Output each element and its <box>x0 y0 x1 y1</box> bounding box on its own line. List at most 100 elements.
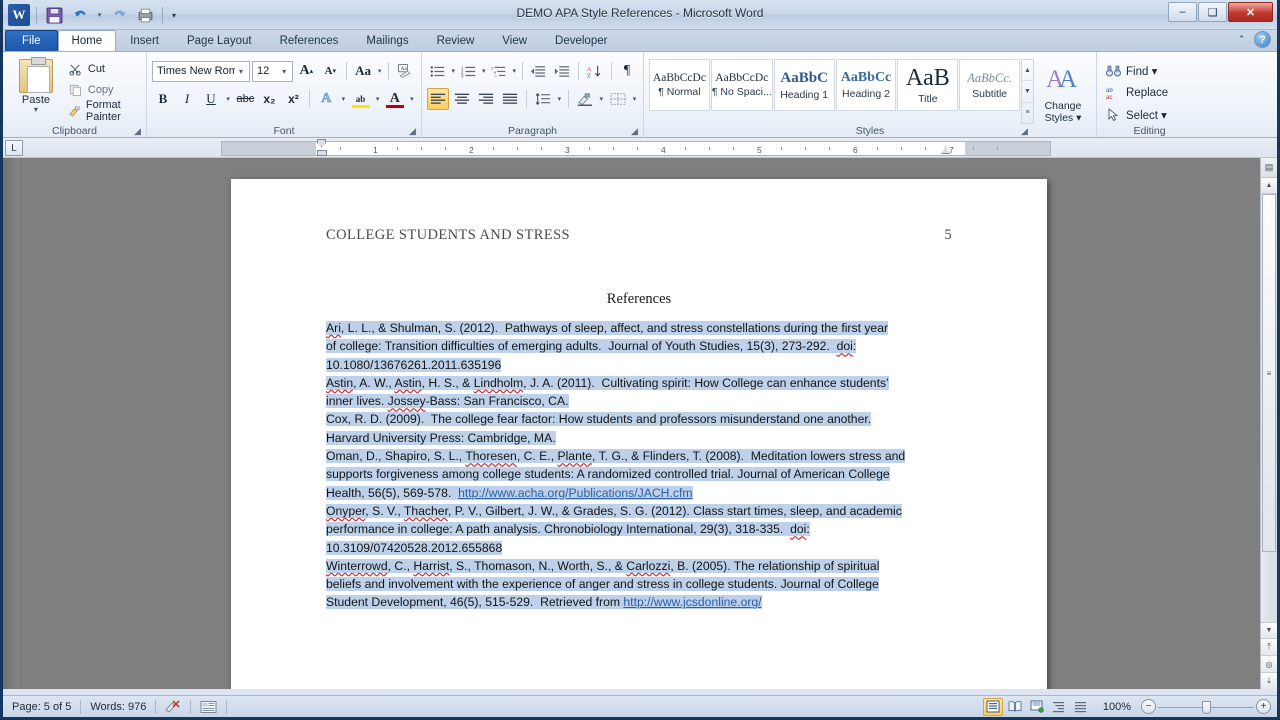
select-button[interactable]: Select ▾ <box>1102 104 1197 125</box>
multilevel-list-button[interactable]: 1ai <box>488 60 510 82</box>
left-indent-marker[interactable] <box>317 150 327 156</box>
text-effects-dropdown-icon[interactable]: ▾ <box>339 95 347 103</box>
tab-page-layout[interactable]: Page Layout <box>173 30 266 51</box>
scroll-up-button[interactable]: ▲ <box>1261 178 1277 194</box>
scroll-down-button[interactable]: ▼ <box>1261 622 1277 638</box>
styles-gallery-scrollbar[interactable]: ▲ ▼ ≡ <box>1021 59 1034 124</box>
show-formatting-marks-button[interactable]: ¶ <box>616 60 638 82</box>
underline-dropdown-icon[interactable]: ▾ <box>224 95 232 103</box>
cut-button[interactable]: Cut <box>64 59 141 79</box>
language-status-icon[interactable] <box>191 696 226 718</box>
tab-developer[interactable]: Developer <box>541 30 621 51</box>
styles-scroll-down-icon[interactable]: ▼ <box>1022 81 1033 103</box>
decrease-indent-button[interactable] <box>527 60 549 82</box>
help-icon[interactable]: ? <box>1254 31 1271 48</box>
styles-dialog-launcher-icon[interactable]: ◢ <box>1019 126 1030 137</box>
tab-home[interactable]: Home <box>57 30 117 51</box>
bullets-button[interactable] <box>427 60 449 82</box>
style-heading-2[interactable]: AaBbCc Heading 2 <box>835 59 897 111</box>
clipboard-dialog-launcher-icon[interactable]: ◢ <box>132 126 143 137</box>
numbering-dropdown-icon[interactable]: ▾ <box>482 67 487 75</box>
multilevel-list-dropdown-icon[interactable]: ▾ <box>512 67 517 75</box>
zoom-slider-handle[interactable] <box>1202 700 1211 714</box>
scrollbar-track[interactable]: ≡ <box>1261 194 1277 622</box>
draft-view-button[interactable] <box>1071 698 1091 716</box>
align-right-button[interactable] <box>475 88 497 110</box>
maximize-button[interactable]: ❑ <box>1198 2 1227 22</box>
next-page-button[interactable]: ⤓ <box>1261 672 1277 689</box>
font-color-dropdown-icon[interactable]: ▾ <box>408 95 416 103</box>
font-family-combo[interactable]: Times New Rom ▾ <box>152 60 250 82</box>
tab-insert[interactable]: Insert <box>116 30 173 51</box>
find-button[interactable]: Find ▾ <box>1102 60 1197 81</box>
zoom-out-button[interactable]: − <box>1141 699 1156 714</box>
font-color-button[interactable]: A <box>384 88 406 110</box>
minimize-button[interactable]: – <box>1168 2 1197 22</box>
justify-button[interactable] <box>499 88 521 110</box>
change-styles-button[interactable]: AA Change Styles ▾ <box>1035 59 1091 124</box>
close-button[interactable]: ✕ <box>1228 2 1273 22</box>
zoom-in-button[interactable]: + <box>1256 699 1271 714</box>
clear-formatting-icon[interactable]: Aa <box>394 60 416 82</box>
vertical-scrollbar[interactable]: ▤ ▲ ≡ ▼ ⤒ ◎ ⤓ <box>1260 158 1277 689</box>
references-list[interactable]: Ari, L. L., & Shulman, S. (2012). Pathwa… <box>326 319 969 612</box>
reference-link[interactable]: http://www.acha.org/Publications/JACH.cf… <box>458 486 692 500</box>
status-page-indicator[interactable]: Page: 5 of 5 <box>3 696 80 718</box>
proofing-errors-icon[interactable] <box>156 696 190 718</box>
change-case-button[interactable]: Aa <box>352 60 374 82</box>
shrink-font-button[interactable]: A ▾ <box>319 60 341 82</box>
document-page[interactable]: COLLEGE STUDENTS AND STRESS 5 References… <box>231 179 1047 689</box>
format-painter-button[interactable]: Format Painter <box>64 99 141 123</box>
bullets-dropdown-icon[interactable]: ▾ <box>451 67 456 75</box>
shading-button[interactable] <box>574 88 596 110</box>
copy-button[interactable]: Copy <box>64 80 141 100</box>
borders-dropdown-icon[interactable]: ▾ <box>631 95 638 103</box>
styles-more-icon[interactable]: ≡ <box>1022 103 1033 123</box>
line-spacing-dropdown-icon[interactable]: ▾ <box>556 95 563 103</box>
reference-link[interactable]: http://www.jcsdonline.org/ <box>623 595 761 609</box>
superscript-button[interactable]: x² <box>282 88 304 110</box>
zoom-slider[interactable] <box>1158 698 1254 716</box>
style-subtitle[interactable]: AaBbCc. Subtitle <box>959 59 1021 111</box>
collapse-ribbon-icon[interactable]: ⌃ <box>1233 31 1250 48</box>
scrollbar-thumb[interactable]: ≡ <box>1262 194 1276 552</box>
style-normal[interactable]: AaBbCcDc ¶ Normal <box>649 59 710 111</box>
font-size-combo[interactable]: 12 ▾ <box>252 60 294 82</box>
font-dialog-launcher-icon[interactable]: ◢ <box>407 126 418 137</box>
tab-review[interactable]: Review <box>423 30 489 51</box>
underline-button[interactable]: U <box>200 88 222 110</box>
paragraph-dialog-launcher-icon[interactable]: ◢ <box>629 126 640 137</box>
subscript-button[interactable]: x₂ <box>258 88 280 110</box>
outline-view-button[interactable] <box>1049 698 1069 716</box>
tab-stop-selector-button[interactable]: L <box>5 140 23 156</box>
bold-button[interactable]: B <box>152 88 174 110</box>
tab-view[interactable]: View <box>488 30 541 51</box>
sort-button[interactable]: AZ <box>584 60 606 82</box>
horizontal-ruler[interactable]: 1 2 3 4 5 6 7 <box>221 141 1051 156</box>
previous-page-button[interactable]: ⤒ <box>1261 638 1277 655</box>
select-browse-object-button[interactable]: ◎ <box>1261 655 1277 672</box>
text-effects-button[interactable]: A <box>315 88 337 110</box>
replace-button[interactable]: ab ac Replace <box>1102 82 1197 103</box>
align-center-button[interactable] <box>451 88 473 110</box>
align-left-button[interactable] <box>427 88 449 110</box>
numbering-button[interactable]: 123 <box>458 60 480 82</box>
full-screen-reading-view-button[interactable] <box>1005 698 1025 716</box>
web-layout-view-button[interactable] <box>1027 698 1047 716</box>
change-case-dropdown-icon[interactable]: ▾ <box>376 67 383 75</box>
zoom-level-label[interactable]: 100% <box>1093 696 1139 718</box>
line-spacing-button[interactable] <box>532 88 554 110</box>
highlight-dropdown-icon[interactable]: ▾ <box>374 95 382 103</box>
status-word-count[interactable]: Words: 976 <box>81 696 155 718</box>
tab-mailings[interactable]: Mailings <box>352 30 422 51</box>
tab-references[interactable]: References <box>266 30 353 51</box>
grow-font-button[interactable]: A ▴ <box>295 60 317 82</box>
print-layout-view-button[interactable] <box>982 697 1003 716</box>
increase-indent-button[interactable] <box>551 60 573 82</box>
tab-file[interactable]: File <box>5 30 58 51</box>
highlight-button[interactable]: ab <box>350 88 372 110</box>
styles-scroll-up-icon[interactable]: ▲ <box>1022 60 1033 82</box>
paste-dropdown-icon[interactable]: ▾ <box>34 106 38 114</box>
style-title[interactable]: AaB Title <box>897 59 959 111</box>
style-no-spacing[interactable]: AaBbCcDc ¶ No Spaci... <box>710 59 773 111</box>
